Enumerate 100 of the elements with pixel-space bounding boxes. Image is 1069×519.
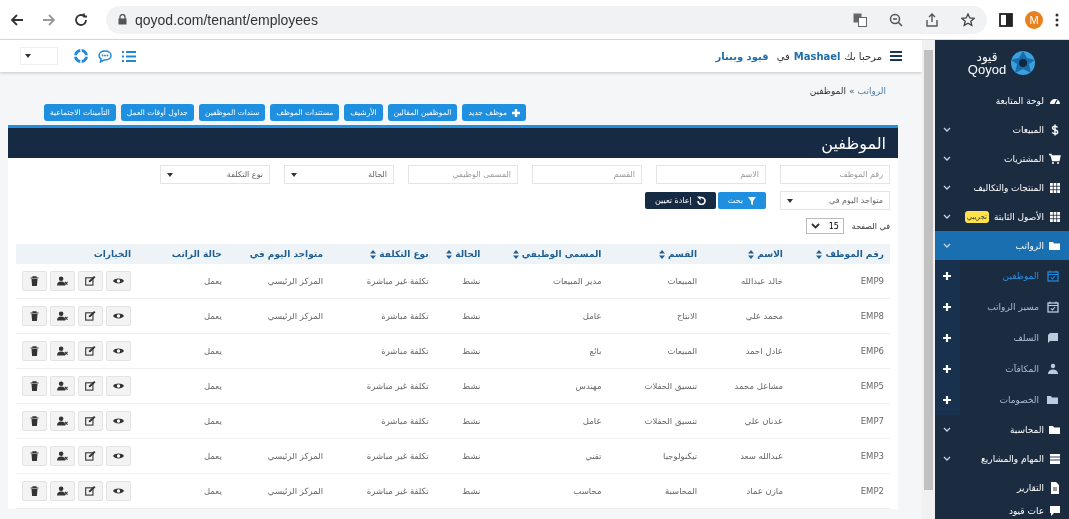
edit-button[interactable] (78, 376, 103, 396)
sort-icon[interactable] (446, 250, 453, 259)
sort-icon[interactable] (370, 250, 377, 259)
list-icon[interactable] (122, 50, 136, 62)
deactivate-button[interactable] (50, 341, 75, 361)
table-cell: EMP9 (860, 276, 884, 286)
filter-field[interactable]: الاسم (656, 165, 766, 184)
column-header[interactable]: رقم الموظف (788, 244, 890, 264)
filter-dropdown[interactable]: الحالة (284, 165, 394, 184)
breadcrumb-separator: » (849, 86, 855, 96)
greeting-text: مرحبا بك (844, 50, 882, 62)
delete-button[interactable] (22, 306, 47, 326)
sidebar-item[interactable]: لوحة المتابعة (935, 86, 1069, 115)
chat-icon[interactable] (98, 49, 112, 63)
view-button[interactable] (106, 306, 131, 326)
sort-icon[interactable] (816, 250, 823, 259)
column-header[interactable]: الحالة (434, 244, 487, 264)
sidebar-item[interactable]: المهام والمشاريع (935, 444, 1069, 473)
filter-dropdown[interactable]: نوع التكلفة (160, 165, 270, 184)
column-header[interactable]: القسم (607, 244, 704, 264)
edit-button[interactable] (78, 411, 103, 431)
delete-button[interactable] (22, 271, 47, 291)
table-cell: عامل (582, 311, 602, 321)
delete-button[interactable] (22, 376, 47, 396)
edit-button[interactable] (78, 481, 103, 501)
plus-icon[interactable] (943, 271, 951, 280)
filter-dropdown[interactable]: متواجد اليوم في (780, 191, 890, 210)
sort-icon[interactable] (748, 250, 755, 259)
edit-button[interactable] (78, 341, 103, 361)
scrollbar[interactable] (922, 40, 935, 519)
filter-field[interactable]: المسمى الوظيفي (408, 165, 518, 184)
column-header[interactable]: المسمى الوظيفي (486, 244, 608, 264)
sidebar-item[interactable]: الرواتب (935, 231, 1069, 260)
menu-icon[interactable] (890, 51, 902, 61)
column-header[interactable]: نوع التكلفة (329, 244, 435, 264)
table-cell: يعمل (203, 451, 222, 461)
breadcrumb-current: الموظفين (809, 86, 847, 96)
sidebar-item[interactable]: المبيعات (935, 115, 1069, 144)
sidebar-item[interactable]: المشتريات (935, 144, 1069, 173)
sidebar-item[interactable]: التقارير (935, 473, 1069, 502)
delete-button[interactable] (22, 446, 47, 466)
eye-icon (113, 451, 124, 461)
search-button[interactable]: بحث (717, 192, 766, 209)
caret-icon (25, 54, 31, 58)
edit-button[interactable] (78, 271, 103, 291)
address-bar[interactable]: qoyod.com/tenant/employees (106, 5, 987, 34)
translate-icon[interactable] (853, 12, 867, 27)
sort-icon[interactable] (658, 250, 665, 259)
plus-icon[interactable] (943, 395, 951, 404)
deactivate-button[interactable] (50, 271, 75, 291)
zoom-icon[interactable] (889, 12, 903, 27)
user-x-icon (57, 381, 68, 391)
caret-icon (291, 172, 297, 177)
folder-icon (1047, 393, 1059, 406)
plus-icon[interactable] (943, 333, 951, 342)
edit-button[interactable] (78, 306, 103, 326)
reset-button[interactable]: إعادة تعيين (645, 192, 716, 209)
back-icon[interactable] (10, 12, 24, 27)
column-header[interactable]: الاسم (703, 244, 789, 264)
plus-icon[interactable] (943, 302, 951, 311)
submenu-item[interactable]: المكافآت (935, 353, 1069, 384)
delete-button[interactable] (22, 411, 47, 431)
submenu-item[interactable]: الخصومات (935, 384, 1069, 415)
submenu-item[interactable]: الموظفين (935, 260, 1069, 291)
delete-button[interactable] (22, 341, 47, 361)
share-icon[interactable] (925, 12, 939, 27)
sort-icon[interactable] (512, 250, 519, 259)
view-button[interactable] (106, 271, 131, 291)
delete-button[interactable] (22, 481, 47, 501)
filter-field[interactable]: رقم الموظف (780, 165, 890, 184)
submenu-item[interactable]: السلف (935, 322, 1069, 353)
trash-icon (29, 276, 40, 286)
sidebar-item[interactable]: المنتجات والتكاليف (935, 173, 1069, 202)
deactivate-button[interactable] (50, 446, 75, 466)
lifebuoy-icon[interactable] (74, 49, 88, 63)
view-button[interactable] (106, 481, 131, 501)
filter-field[interactable]: القسم (532, 165, 642, 184)
forward-icon[interactable] (42, 12, 56, 27)
sidebar-item[interactable]: عات قيود (935, 502, 1069, 519)
deactivate-button[interactable] (50, 376, 75, 396)
reload-icon[interactable] (74, 12, 88, 27)
chat-icon (1049, 505, 1061, 517)
plus-icon[interactable] (943, 364, 951, 373)
deactivate-button[interactable] (50, 481, 75, 501)
view-button[interactable] (106, 376, 131, 396)
deactivate-button[interactable] (50, 411, 75, 431)
table-cell: تنسيق الحفلات (644, 416, 698, 426)
view-button[interactable] (106, 446, 131, 466)
more-icon[interactable] (1055, 12, 1059, 27)
sidebar-item[interactable]: المحاسبة (935, 415, 1069, 444)
view-button[interactable] (106, 411, 131, 431)
company-link[interactable]: قيود ويبنار (715, 50, 769, 62)
breadcrumb-link[interactable]: الرواتب (857, 86, 886, 96)
view-button[interactable] (106, 341, 131, 361)
deactivate-button[interactable] (50, 306, 75, 326)
page-size-dropdown[interactable]: 15 (805, 218, 844, 234)
edit-button[interactable] (78, 446, 103, 466)
submenu-item[interactable]: مسير الرواتب (935, 291, 1069, 322)
side-panel-icon[interactable] (999, 12, 1013, 27)
star-icon[interactable] (961, 12, 975, 27)
